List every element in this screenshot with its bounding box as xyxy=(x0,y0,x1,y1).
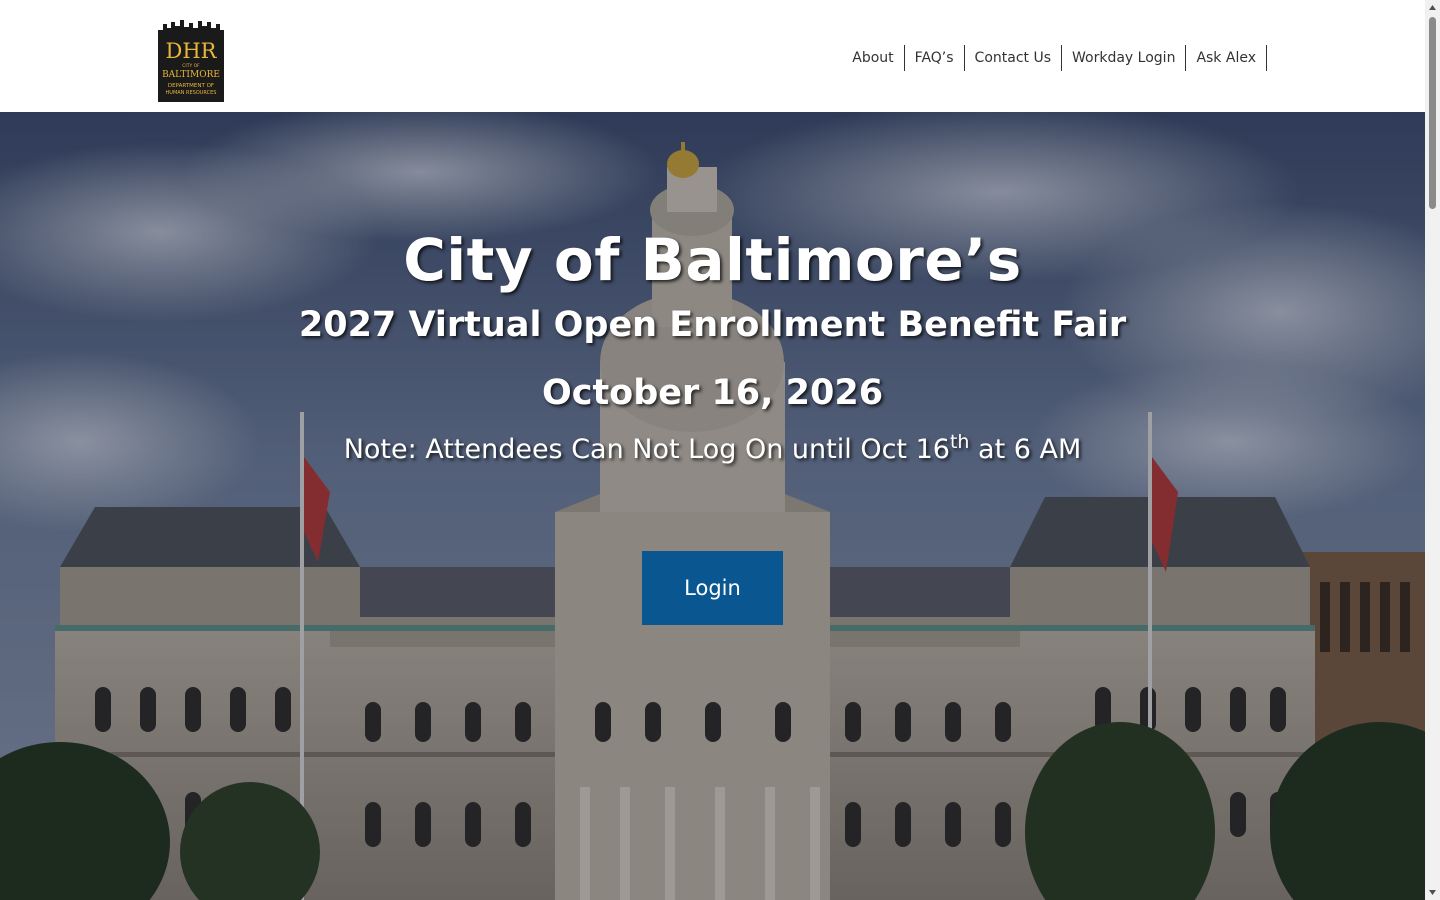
logo-main-text: DHR xyxy=(166,39,218,63)
logo-line2: BALTIMORE xyxy=(162,70,220,80)
nav-about[interactable]: About xyxy=(842,45,905,71)
logo-line1: CITY OF xyxy=(182,63,200,69)
nav-workday-login[interactable]: Workday Login xyxy=(1062,45,1187,71)
nav-contact-us[interactable]: Contact Us xyxy=(965,45,1063,71)
login-button[interactable]: Login xyxy=(642,551,783,625)
page: DHR CITY OF BALTIMORE DEPARTMENT OF HUMA… xyxy=(0,0,1425,900)
note-prefix: Note: Attendees Can Not Log On until Oct… xyxy=(343,434,950,465)
hero-title: City of Baltimore’s xyxy=(403,226,1022,294)
main-nav: About FAQ’s Contact Us Workday Login Ask… xyxy=(842,45,1267,71)
nav-faqs[interactable]: FAQ’s xyxy=(905,45,965,71)
dhr-logo-image: DHR CITY OF BALTIMORE DEPARTMENT OF HUMA… xyxy=(158,20,224,102)
logo-line4: HUMAN RESOURCES xyxy=(166,90,217,96)
site-header: DHR CITY OF BALTIMORE DEPARTMENT OF HUMA… xyxy=(0,0,1425,112)
hero-subtitle: 2027 Virtual Open Enrollment Benefit Fai… xyxy=(298,305,1127,345)
note-suffix: at 6 AM xyxy=(969,434,1082,465)
nav-ask-alex[interactable]: Ask Alex xyxy=(1186,45,1267,71)
logo-line3: DEPARTMENT OF xyxy=(168,83,214,89)
vertical-scrollbar[interactable] xyxy=(1425,0,1440,900)
note-ordinal: th xyxy=(949,431,970,453)
dhr-logo[interactable]: DHR CITY OF BALTIMORE DEPARTMENT OF HUMA… xyxy=(158,20,224,102)
scroll-up-arrow-icon[interactable] xyxy=(1425,0,1440,15)
scrollbar-thumb[interactable] xyxy=(1429,17,1436,209)
event-date: October 16, 2026 xyxy=(541,373,884,413)
hero-section: City of Baltimore’s 2027 Virtual Open En… xyxy=(0,112,1425,900)
scroll-down-arrow-icon[interactable] xyxy=(1425,885,1440,900)
login-note: Note: Attendees Can Not Log On until Oct… xyxy=(0,430,1425,470)
